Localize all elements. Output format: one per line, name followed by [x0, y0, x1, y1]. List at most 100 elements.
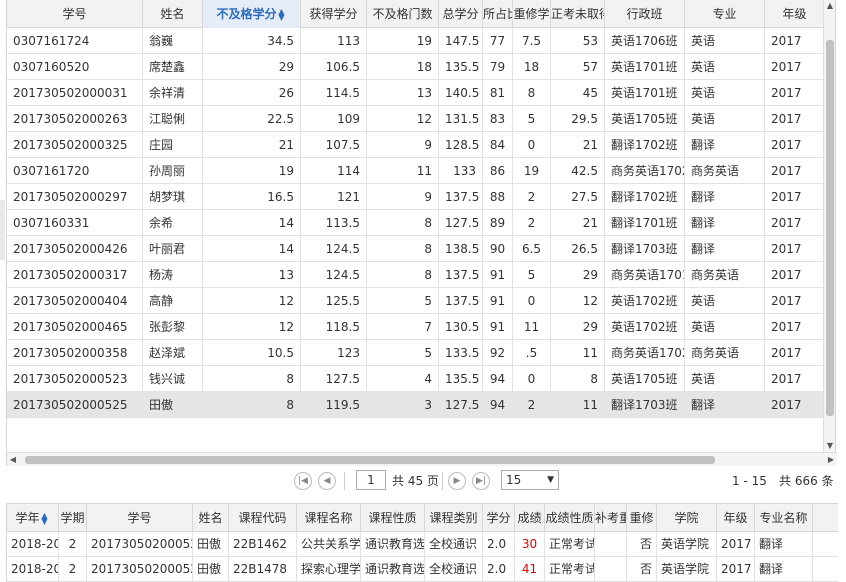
sort-icon[interactable]: ▲ ▼ [277, 7, 287, 21]
column-header[interactable]: 姓名 [143, 0, 203, 28]
column-header[interactable]: 成绩 [515, 504, 545, 532]
table-cell: 英语 [685, 288, 765, 314]
side-panel-handle[interactable] [0, 200, 5, 260]
prev-page-icon[interactable]: ◀ [318, 472, 336, 490]
table-row[interactable]: 201730502000404 高静 12 125.5 5 137.5 91 0 12 英语170… [7, 288, 825, 314]
column-header[interactable]: 学年 ▲ ▼ [7, 504, 59, 532]
vertical-scroll-thumb[interactable] [826, 40, 834, 416]
column-header[interactable]: 学号 [87, 504, 193, 532]
column-header[interactable]: 正考未取得 [551, 0, 605, 28]
first-page-icon[interactable]: |◀ [294, 472, 312, 490]
table-cell: 2017 [765, 80, 825, 106]
column-header[interactable]: 学分 [483, 504, 515, 532]
table-row[interactable]: 201730502000523 钱兴诚 8 127.5 4 135.5 94 0 8 英语1705… [7, 366, 825, 392]
column-header[interactable]: 补考重修 [595, 504, 627, 532]
table-row[interactable]: 201730502000317 杨涛 13 124.5 8 137.5 91 5 29 商务英语1… [7, 262, 825, 288]
table-cell: 8 [551, 366, 605, 392]
column-header-label: 姓名 [160, 7, 185, 21]
table-cell: 29 [551, 262, 605, 288]
table-row[interactable]: 0307161720孙周丽1911411133861942.5商务英语1702班… [7, 158, 825, 184]
table-cell: 18 [513, 54, 551, 80]
table-row[interactable]: 2018-20192201730502000525田傲22B1478探索心理学通… [7, 557, 838, 582]
table-cell: .5 [513, 340, 551, 366]
table-cell: 201730502000525 [87, 532, 193, 557]
table-cell: 2017 [765, 366, 825, 392]
table-cell: 137.5 [439, 262, 483, 288]
column-header[interactable]: 获得学分 [301, 0, 367, 28]
column-header[interactable]: 所占比 [483, 0, 513, 28]
page-size-select[interactable]: 15 ▼ [501, 470, 559, 490]
table-row[interactable]: 201730502000031 余祥清 26 114.5 13 140.5 81 8 45 英语1… [7, 80, 825, 106]
table-cell: 2017 [765, 28, 825, 54]
table-cell: 11 [551, 340, 605, 366]
table-cell: 4 [367, 366, 439, 392]
column-header[interactable]: 重修学 [513, 0, 551, 28]
column-header[interactable]: 课程性质 [361, 504, 425, 532]
column-header[interactable]: 姓名 [193, 504, 229, 532]
table-cell: 翻译 [685, 132, 765, 158]
table-cell: 钱兴诚 [143, 366, 203, 392]
student-summary-grid: 学号 姓名 不及格学分▲▼获得学分不及格门数总学分所占比重修学正考未取得行政班专业年… [6, 0, 837, 466]
table-cell: 翻译 [755, 532, 813, 557]
table-cell: 21 [203, 132, 301, 158]
table-cell: 英语学院 [657, 557, 717, 582]
table-row[interactable]: 201730502000297 胡梦琪 16.5 121 9 137.5 88 2 27.5 翻译… [7, 184, 825, 210]
next-page-icon[interactable]: ▶ [448, 472, 466, 490]
last-page-icon[interactable]: ▶| [472, 472, 490, 490]
scroll-left-icon[interactable]: ◀ [7, 453, 19, 467]
column-header[interactable]: 重修 [627, 504, 657, 532]
table-cell: 庄园 [143, 132, 203, 158]
table-cell: 通识教育选修 [361, 532, 425, 557]
column-header[interactable]: 学期 [59, 504, 87, 532]
column-header[interactable]: 行政班 [605, 0, 685, 28]
horizontal-scrollbar[interactable]: ◀ ▶ [7, 452, 837, 466]
table-cell: 翻译 [685, 184, 765, 210]
table-row[interactable]: 201730502000325 庄园 21 107.5 9 128.5 84 0 21 翻译170… [7, 132, 825, 158]
column-header[interactable]: 课程类别 [425, 504, 483, 532]
table-row[interactable]: 2018-20192201730502000525田傲22B1462公共关系学通… [7, 532, 838, 557]
table-row[interactable]: 201730502000358 赵泽斌 10.5 123 5 133.5 92.5 11 商务英… [7, 340, 825, 366]
horizontal-scroll-thumb[interactable] [25, 456, 715, 464]
table-cell: 133 [439, 158, 483, 184]
page-number-input[interactable]: 1 [356, 470, 386, 490]
table-cell: 0307161720 [7, 158, 143, 184]
table-row[interactable]: 201730502000465 张彭黎 12 118.5 7 130.5 91 11 29 英语1… [7, 314, 825, 340]
column-header-label: 正考未取得 [551, 7, 604, 21]
table-cell: 8 [203, 392, 301, 418]
table-cell: 英语1705班 [605, 106, 685, 132]
table-cell: 128.5 [439, 132, 483, 158]
column-header[interactable]: 年级 [717, 504, 755, 532]
table-row[interactable]: 201730502000426 叶丽君 14 124.5 8 138.5 90 6.5 26.5… [7, 236, 825, 262]
column-header-label: 课程名称 [304, 511, 353, 525]
table-row[interactable]: 0307161724 翁巍 34.5 113 19 147.5 77 7.5 53 英语1706班… [7, 28, 825, 54]
table-cell: 全校通识 [425, 532, 483, 557]
table-row[interactable]: 0307160520 席楚鑫 29 106.5 18 135.5 79 18 57 英语1701班… [7, 54, 825, 80]
column-header[interactable]: 课程代码 [229, 504, 297, 532]
table-cell: 90 [483, 236, 513, 262]
table-cell: 2017 [765, 262, 825, 288]
column-header[interactable]: 专业 [685, 0, 765, 28]
column-header[interactable]: 专业名称 [755, 504, 813, 532]
column-header[interactable]: 不及格学分 ▲ ▼ [203, 0, 301, 28]
column-header[interactable]: 课程名称 [297, 504, 361, 532]
column-header-label: 成绩性质 [545, 511, 594, 525]
table-cell: 19 [513, 158, 551, 184]
column-header[interactable]: 总学分 [439, 0, 483, 28]
table-row[interactable]: 201730502000263 江聪俐 22.5 109 12 131.5 83 5 29.5 英… [7, 106, 825, 132]
column-header[interactable]: 学院 [657, 504, 717, 532]
table-row[interactable]: 0307160331 余希 14 113.5 8 127.5 89 2 21 翻译1701班 翻译 2… [7, 210, 825, 236]
column-header[interactable]: 不及格门数 [367, 0, 439, 28]
vertical-scrollbar[interactable]: ▲ ▼ [823, 0, 835, 452]
scroll-right-icon[interactable]: ▶ [825, 453, 837, 467]
column-header[interactable]: 学号 [7, 0, 143, 28]
table-cell: 21 [551, 132, 605, 158]
table-cell: 孙周丽 [143, 158, 203, 184]
table-cell: 英语学院 [657, 532, 717, 557]
sort-icon[interactable]: ▲ ▼ [40, 511, 50, 525]
column-header[interactable]: 年级 [765, 0, 825, 28]
scroll-down-icon[interactable]: ▼ [824, 440, 836, 452]
table-cell: 5 [367, 340, 439, 366]
scroll-up-icon[interactable]: ▲ [824, 0, 836, 12]
column-header[interactable]: 成绩性质 [545, 504, 595, 532]
table-row[interactable]: 201730502000525 田傲 8 119.5 3 127.5 94 2 11 翻译1703… [7, 392, 825, 418]
